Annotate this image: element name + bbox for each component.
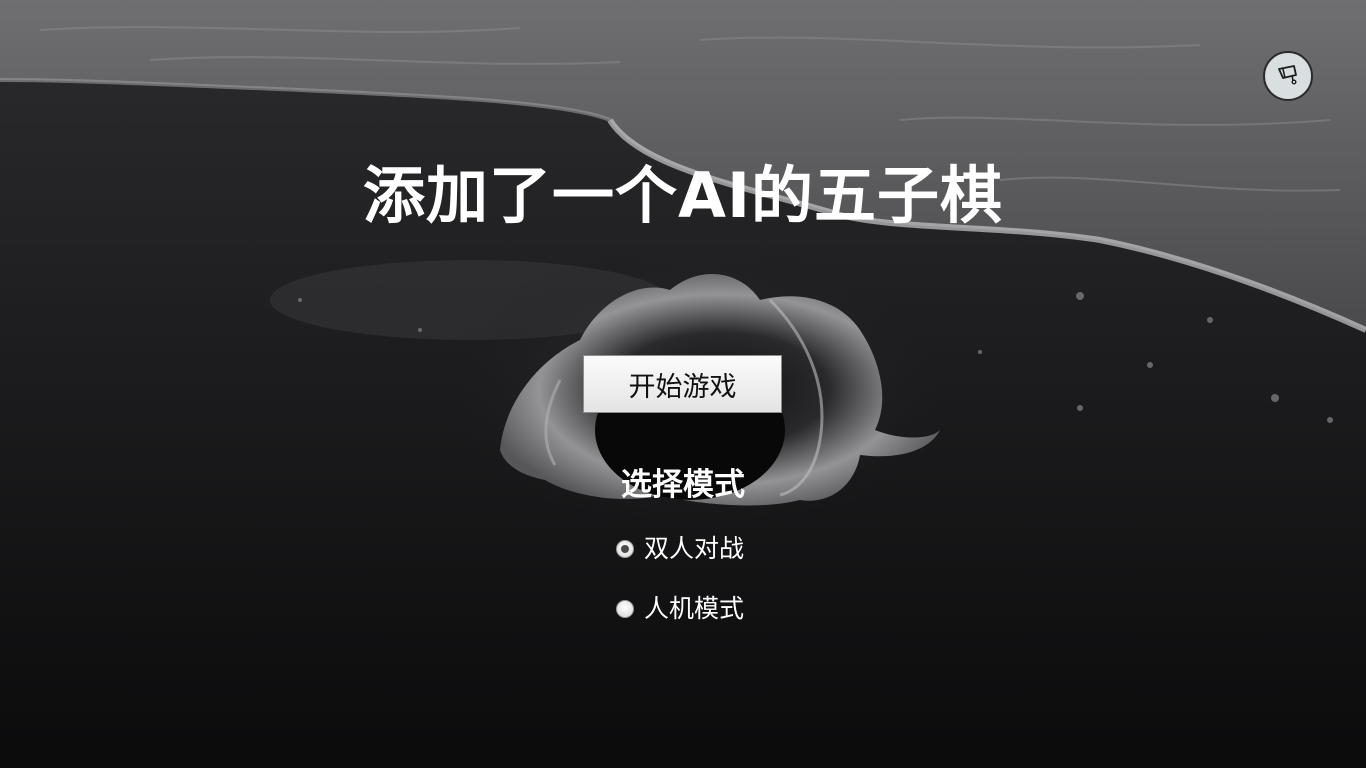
start-game-button[interactable]: 开始游戏 xyxy=(583,355,782,413)
mode-option-two-player[interactable]: 双人对战 xyxy=(614,532,744,566)
mode-heading: 选择模式 xyxy=(621,467,745,503)
mode-option-label: 双人对战 xyxy=(644,534,745,563)
page-title: 添加了一个AI的五子棋 xyxy=(362,159,1004,232)
mode-option-vs-ai[interactable]: 人机模式 xyxy=(614,592,744,626)
corner-flag-button[interactable] xyxy=(1263,51,1313,101)
radio-vs-ai[interactable] xyxy=(616,600,634,618)
flag-icon xyxy=(1275,61,1301,91)
mode-option-label: 人机模式 xyxy=(644,594,745,623)
radio-two-player[interactable] xyxy=(616,540,634,558)
start-screen: 添加了一个AI的五子棋 开始游戏 选择模式 双人对战 人机模式 xyxy=(0,0,1366,768)
